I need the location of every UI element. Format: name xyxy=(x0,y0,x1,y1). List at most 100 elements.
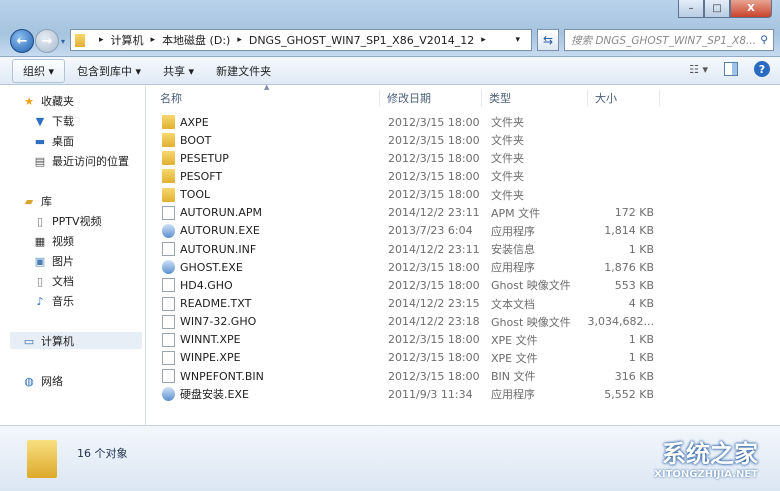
download-folder-icon: ▼ xyxy=(35,114,45,128)
sidebar-item-pictures[interactable]: ▣ 图片 xyxy=(33,252,74,270)
column-name[interactable]: 名称 xyxy=(147,90,380,106)
file-row[interactable]: AUTORUN.APM 2014/12/2 23:11 APM 文件 172 K… xyxy=(160,204,660,222)
sidebar-item-documents[interactable]: ▯ 文档 xyxy=(33,272,74,290)
video-icon: ▦ xyxy=(34,234,46,248)
file-type: 应用程序 xyxy=(491,224,535,238)
address-bar[interactable]: ▸ 计算机 ▸ 本地磁盘 (D:) ▸ DNGS_GHOST_WIN7_SP1_… xyxy=(70,29,532,51)
address-dropdown-icon[interactable]: ▾ xyxy=(515,35,520,45)
file-icon xyxy=(162,350,175,365)
include-in-library-button[interactable]: 包含到库中 ▾ xyxy=(67,60,151,82)
folder-icon xyxy=(27,440,57,478)
star-icon: ★ xyxy=(24,94,34,108)
file-row[interactable]: WNPEFONT.BIN 2012/3/15 18:00 BIN 文件 316 … xyxy=(160,367,660,385)
sidebar-item-desktop[interactable]: ▬ 桌面 xyxy=(33,132,74,150)
file-type: XPE 文件 xyxy=(491,351,538,365)
music-icon: ♪ xyxy=(36,294,44,308)
file-size: 1 KB xyxy=(628,351,654,365)
file-type: XPE 文件 xyxy=(491,333,538,347)
help-icon[interactable]: ? xyxy=(754,61,770,77)
folder-icon xyxy=(162,115,175,129)
file-size: 1,814 KB xyxy=(604,224,654,238)
file-size: 1 KB xyxy=(628,242,654,256)
sidebar-item-libraries[interactable]: ▰ 库 xyxy=(22,192,52,210)
sidebar-item-videos[interactable]: ▦ 视频 xyxy=(33,232,74,250)
sidebar-item-favorites[interactable]: ★ 收藏夹 xyxy=(22,92,74,110)
back-button[interactable]: ← xyxy=(10,29,34,53)
sidebar-item-computer[interactable]: ▭ 计算机 xyxy=(22,332,74,350)
file-row[interactable]: WINPE.XPE 2012/3/15 18:00 XPE 文件 1 KB xyxy=(160,349,660,367)
file-type: 文件夹 xyxy=(491,188,524,202)
file-date: 2013/7/23 6:04 xyxy=(388,224,473,238)
file-date: 2012/3/15 18:00 xyxy=(388,115,480,129)
share-button[interactable]: 共享 ▾ xyxy=(153,60,204,82)
file-row[interactable]: AXPE 2012/3/15 18:00 文件夹 xyxy=(160,113,660,131)
file-row[interactable]: PESETUP 2012/3/15 18:00 文件夹 xyxy=(160,149,660,167)
file-name: AUTORUN.APM xyxy=(180,206,263,220)
file-icon xyxy=(162,332,175,347)
search-input[interactable]: 搜索 DNGS_GHOST_WIN7_SP1_X8... ⚲ xyxy=(564,29,774,51)
file-size: 172 KB xyxy=(614,206,654,220)
file-name: WNPEFONT.BIN xyxy=(180,369,264,383)
file-name: WIN7-32.GHO xyxy=(180,315,257,329)
file-date: 2014/12/2 23:18 xyxy=(388,315,480,329)
file-date: 2012/3/15 18:00 xyxy=(388,260,480,274)
file-size: 1 KB xyxy=(628,333,654,347)
file-type: 应用程序 xyxy=(491,388,535,402)
file-size: 1,876 KB xyxy=(604,260,654,274)
breadcrumb-computer[interactable]: 计算机 xyxy=(111,32,144,48)
documents-icon: ▯ xyxy=(36,274,44,288)
column-date[interactable]: 修改日期 xyxy=(380,90,482,106)
sidebar-item-downloads[interactable]: ▼ 下载 xyxy=(33,112,74,130)
search-icon[interactable]: ⚲ xyxy=(760,34,768,46)
file-row[interactable]: GHOST.EXE 2012/3/15 18:00 应用程序 1,876 KB xyxy=(160,258,660,276)
file-date: 2012/3/15 18:00 xyxy=(388,369,480,383)
sidebar-item-pptv[interactable]: ▯ PPTV视频 xyxy=(33,212,102,230)
file-name: README.TXT xyxy=(180,297,252,310)
file-row[interactable]: WIN7-32.GHO 2014/12/2 23:18 Ghost 映像文件 3… xyxy=(160,313,660,331)
minimize-button[interactable]: – xyxy=(678,0,704,18)
exe-icon xyxy=(162,223,175,238)
command-bar: 组织 ▾ 包含到库中 ▾ 共享 ▾ 新建文件夹 ☷ ▾ ? xyxy=(0,57,780,85)
navigation-pane: ★ 收藏夹 ▼ 下载 ▬ 桌面 ▤ 最近访问的位置 ▰ 库 ▯ PPTV视频 ▦ 视频 ▣ 图片… xyxy=(0,86,146,425)
forward-button[interactable]: → xyxy=(35,29,59,53)
file-type: 文件夹 xyxy=(491,134,524,148)
sidebar-item-recent[interactable]: ▤ 最近访问的位置 xyxy=(33,152,129,170)
file-row[interactable]: HD4.GHO 2012/3/15 18:00 Ghost 映像文件 553 K… xyxy=(160,276,660,294)
file-type: BIN 文件 xyxy=(491,370,536,384)
folder-icon xyxy=(162,187,175,202)
file-row[interactable]: PESOFT 2012/3/15 18:00 文件夹 xyxy=(160,167,660,185)
breadcrumb-folder[interactable]: DNGS_GHOST_WIN7_SP1_X86_V2014_12 xyxy=(249,34,474,47)
close-button[interactable]: X xyxy=(730,0,772,18)
file-name: AUTORUN.INF xyxy=(180,242,257,256)
file-name: HD4.GHO xyxy=(180,278,233,292)
sidebar-item-network[interactable]: ◍ 网络 xyxy=(22,372,63,390)
file-type: 文件夹 xyxy=(491,170,524,184)
file-name: 硬盘安装.EXE xyxy=(180,388,249,402)
folder-icon xyxy=(162,169,175,184)
file-size: 5,552 KB xyxy=(604,387,654,401)
column-type[interactable]: 类型 xyxy=(482,90,588,106)
file-row[interactable]: AUTORUN.INF 2014/12/2 23:11 安装信息 1 KB xyxy=(160,240,660,258)
history-dropdown-icon[interactable]: ▾ xyxy=(61,37,65,46)
refresh-button[interactable]: ⇆ xyxy=(537,29,559,51)
preview-pane-icon[interactable] xyxy=(724,62,738,76)
file-row[interactable]: BOOT 2012/3/15 18:00 文件夹 xyxy=(160,131,660,149)
file-row[interactable]: README.TXT 2014/12/2 23:15 文本文档 4 KB xyxy=(160,295,660,313)
new-folder-button[interactable]: 新建文件夹 xyxy=(206,60,281,82)
details-pane: 16 个对象 系统之家 XITONGZHIJIA.NET xyxy=(0,425,780,491)
file-row[interactable]: TOOL 2012/3/15 18:00 文件夹 xyxy=(160,186,660,204)
breadcrumb-drive[interactable]: 本地磁盘 (D:) xyxy=(162,32,230,48)
maximize-button[interactable]: □ xyxy=(704,0,730,18)
organize-button[interactable]: 组织 ▾ xyxy=(12,58,66,83)
file-icon xyxy=(162,278,175,293)
file-type: 文件夹 xyxy=(491,152,524,166)
file-row[interactable]: 硬盘安装.EXE 2011/9/3 11:34 应用程序 5,552 KB xyxy=(160,385,660,403)
file-name: BOOT xyxy=(180,133,212,147)
view-options-icon[interactable]: ☷ ▾ xyxy=(689,63,708,76)
column-size[interactable]: 大小 xyxy=(588,90,660,106)
file-row[interactable]: AUTORUN.EXE 2013/7/23 6:04 应用程序 1,814 KB xyxy=(160,222,660,240)
exe-icon xyxy=(162,260,175,275)
folder-icon xyxy=(75,33,85,47)
sidebar-item-music[interactable]: ♪ 音乐 xyxy=(33,292,74,310)
file-row[interactable]: WINNT.XPE 2012/3/15 18:00 XPE 文件 1 KB xyxy=(160,331,660,349)
